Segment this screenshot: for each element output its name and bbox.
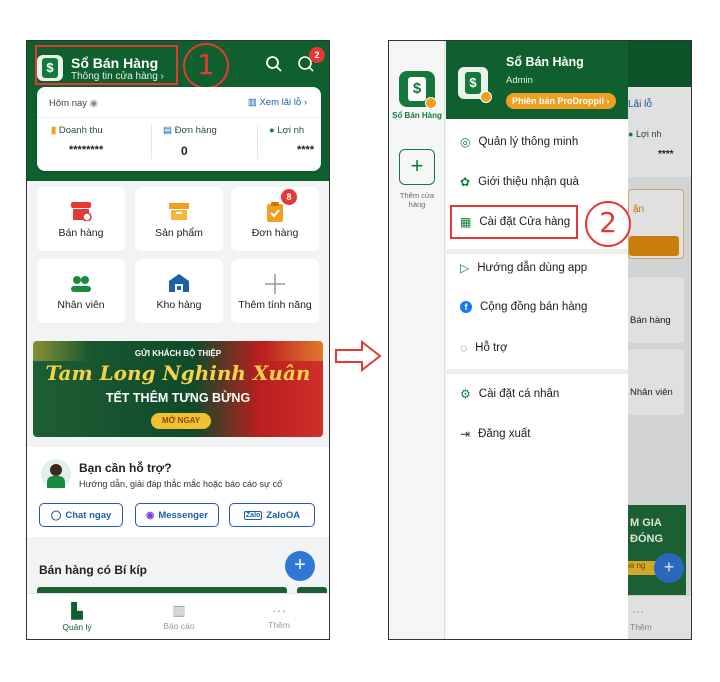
store-icon — [71, 202, 92, 221]
menu-community[interactable]: f Cộng đồng bán hàng — [460, 301, 587, 313]
zalo-button[interactable]: Zalo ZaloOA — [229, 503, 315, 527]
view-profit-link[interactable]: ▥ Xem lãi lỗ › — [248, 97, 307, 108]
banner-cta-button[interactable]: MỞ NGAY — [151, 413, 211, 429]
store-nav-icon: ▙ — [71, 603, 83, 620]
chat-bubble-icon: ◯ — [50, 509, 62, 521]
version-badge[interactable]: Phiên bản ProDroppii › — [506, 93, 616, 109]
highlight-box-1 — [35, 45, 178, 85]
current-store-avatar[interactable]: $ — [399, 71, 437, 109]
stat-profit: ● Lợi nh **** — [269, 125, 315, 156]
menu-referral[interactable]: ✿ Giới thiệu nhận quà — [460, 175, 579, 189]
drawer-store-name: Sổ Bán Hàng — [506, 55, 584, 69]
drawer-logo-icon: $ — [458, 67, 492, 103]
staff-icon — [71, 276, 91, 292]
orders-badge: 8 — [281, 189, 297, 205]
stat-orders: ▤ Đơn hàng 0 — [163, 125, 217, 158]
highlight-box-2 — [450, 205, 578, 239]
tips-title: Bán hàng có Bí kíp — [39, 563, 148, 577]
feature-add-more[interactable]: Thêm tính năng — [231, 259, 319, 323]
stat-revenue: ▮ Doanh thu ******** — [51, 125, 104, 156]
coin-icon: ● — [269, 125, 275, 136]
receipt-icon: ▤ — [163, 125, 172, 136]
menu-tutorial[interactable]: ▷ Hướng dẫn dùng app — [460, 261, 587, 275]
warehouse-icon — [169, 274, 189, 292]
messenger-button[interactable]: ◉ Messenger — [135, 503, 219, 527]
menu-smart-management[interactable]: ◎ Quản lý thông minh — [460, 135, 578, 149]
messenger-icon: ◉ — [146, 509, 155, 521]
chat-icon: ◌ — [460, 341, 468, 355]
bottom-navigation: ▙ Quản lý ▥ Báo cáo ··· Thêm — [27, 593, 329, 639]
menu-personal-settings[interactable]: ⚙ Cài đặt cá nhân — [460, 387, 559, 401]
nav-manage[interactable]: ▙ Quản lý — [47, 602, 107, 632]
today-label: Hôm nay ◉ — [49, 98, 98, 109]
support-card: Bạn cần hỗ trợ? Hướng dẫn, giải đáp thắc… — [27, 447, 329, 537]
home-screen: $ Sổ Bán Hàng Thông tin cửa hàng › 1 2 H… — [26, 40, 330, 640]
store-switcher-rail: $ Sổ Bán Hàng + Thêm cửa hàng — [389, 41, 445, 639]
gear-icon: ⚙ — [460, 387, 471, 401]
play-icon: ▷ — [460, 261, 470, 275]
report-icon: ▥ — [172, 602, 186, 618]
nav-reports[interactable]: ▥ Báo cáo — [149, 602, 209, 631]
chart-icon: ▥ — [247, 97, 257, 108]
arrow-right-icon — [335, 340, 382, 372]
step-marker-2: 2 — [585, 201, 631, 247]
feature-staff[interactable]: Nhân viên — [37, 259, 125, 323]
nav-more[interactable]: ··· Thêm — [249, 602, 309, 630]
drawer-screen: Lãi lỗ ● Lợi nh **** ận Bán hàng Nhân vi… — [388, 40, 692, 640]
add-store-label: Thêm cửa hàng — [399, 191, 435, 209]
box-icon — [169, 203, 189, 220]
current-store-label: Sổ Bán Hàng — [392, 111, 442, 120]
menu-logout[interactable]: ⇥ Đăng xuất — [460, 427, 531, 441]
feature-warehouse[interactable]: Kho hàng — [135, 259, 223, 323]
feature-sell[interactable]: Bán hàng — [37, 187, 125, 251]
zalo-icon: Zalo — [243, 510, 263, 520]
plus-icon — [265, 274, 285, 294]
chat-now-button[interactable]: ◯ Chat ngay — [39, 503, 123, 527]
fab-add-button[interactable]: + — [285, 551, 315, 581]
logout-icon: ⇥ — [460, 427, 471, 441]
navigation-drawer: $ Sổ Bán Hàng Admin Phiên bản ProDroppii… — [446, 41, 628, 639]
search-icon[interactable] — [265, 55, 283, 73]
more-icon: ··· — [272, 602, 286, 618]
facebook-icon: f — [460, 301, 472, 313]
add-store-button[interactable]: + — [399, 149, 435, 185]
drawer-header: $ Sổ Bán Hàng Admin Phiên bản ProDroppii… — [446, 41, 628, 119]
feature-orders[interactable]: 8 Đơn hàng — [231, 187, 319, 251]
step-marker-1: 1 — [183, 43, 229, 89]
summary-card: Hôm nay ◉ ▥ Xem lãi lỗ › ▮ Doanh thu ***… — [37, 87, 321, 171]
smart-icon: ◎ — [460, 135, 471, 149]
chat-badge: 2 — [309, 47, 325, 63]
gift-icon: ✿ — [460, 175, 471, 189]
feature-products[interactable]: Sản phẩm — [135, 187, 223, 251]
clipboard-icon — [267, 202, 283, 222]
promo-banner[interactable]: GỬI KHÁCH BỘ THIỆP Tam Long Nghinh Xuân … — [33, 341, 323, 437]
menu-support[interactable]: ◌ Hỗ trợ — [460, 341, 508, 355]
support-avatar — [41, 459, 71, 489]
bar-chart-icon: ▮ — [51, 125, 57, 136]
drawer-role: Admin — [506, 75, 533, 86]
